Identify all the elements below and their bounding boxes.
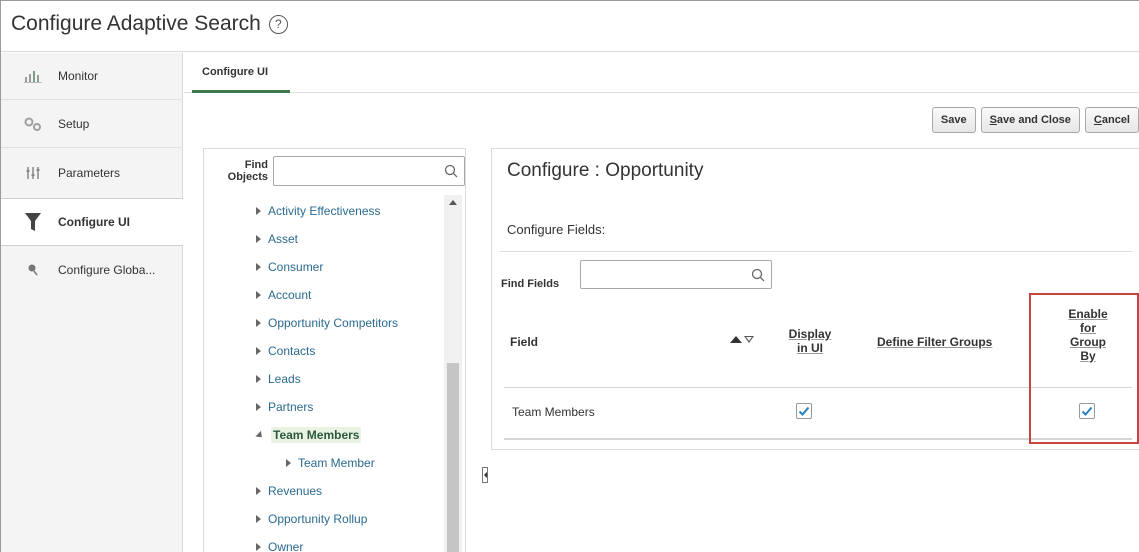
save-button[interactable]: Save xyxy=(931,107,976,133)
expand-arrow-icon[interactable] xyxy=(256,543,261,551)
expand-arrow-icon[interactable] xyxy=(256,375,261,383)
collapse-left-icon xyxy=(484,472,487,478)
tree-item[interactable]: Consumer xyxy=(256,257,323,277)
sliders-icon xyxy=(23,165,43,181)
tree-item[interactable]: Activity Effectiveness xyxy=(256,201,381,221)
expand-arrow-icon[interactable] xyxy=(256,263,261,271)
configure-fields-label: Configure Fields: xyxy=(507,222,606,237)
tree-item[interactable]: Owner xyxy=(256,537,303,552)
tree-item-label: Team Members xyxy=(271,427,362,443)
gears-icon xyxy=(23,116,43,132)
nav-label-configure-ui: Configure UI xyxy=(58,215,130,229)
object-tree: Activity Effectiveness Asset Consumer Ac… xyxy=(204,195,444,552)
nav-item-monitor[interactable]: Monitor xyxy=(1,53,183,100)
search-icon[interactable] xyxy=(751,268,765,282)
configure-title: Configure : Opportunity xyxy=(507,160,704,181)
collapse-arrow-icon[interactable] xyxy=(255,430,265,440)
nav-label-parameters: Parameters xyxy=(58,165,121,180)
tree-item[interactable]: Account xyxy=(256,285,311,305)
find-fields-input[interactable] xyxy=(580,260,772,289)
funnel-icon xyxy=(23,213,43,231)
column-header-line: Display xyxy=(788,327,832,341)
find-objects-input[interactable] xyxy=(273,156,465,186)
bar-chart-icon xyxy=(23,68,43,84)
tree-item[interactable]: Asset xyxy=(256,229,298,249)
sort-descending-icon[interactable] xyxy=(744,335,754,343)
tree-item-label: Leads xyxy=(268,372,301,386)
find-fields-label: Find Fields xyxy=(501,278,560,290)
expand-arrow-icon[interactable] xyxy=(256,235,261,243)
nav-label-monitor: Monitor xyxy=(58,69,99,83)
save-and-close-label: ave and Close xyxy=(996,114,1071,126)
title-bar: Configure Adaptive Search? xyxy=(1,1,1139,52)
expand-arrow-icon[interactable] xyxy=(256,403,261,411)
search-icon[interactable] xyxy=(444,164,458,178)
tree-item[interactable]: Opportunity Competitors xyxy=(256,313,398,333)
expand-arrow-icon[interactable] xyxy=(256,515,261,523)
tree-item[interactable]: Revenues xyxy=(256,481,322,501)
panel-splitter[interactable] xyxy=(482,467,488,483)
tab-configure-ui[interactable]: Configure UI xyxy=(192,53,290,93)
tree-item-label: Account xyxy=(268,288,312,302)
tree-item-label: Opportunity Competitors xyxy=(268,316,399,330)
tree-item-label: Asset xyxy=(268,232,299,246)
checkmark-icon xyxy=(798,406,810,416)
tree-scrollbar[interactable] xyxy=(444,195,462,552)
tab-bar: Configure UI xyxy=(184,53,1139,93)
expand-arrow-icon[interactable] xyxy=(286,459,291,467)
nav-item-configure-global[interactable]: Configure Globa... xyxy=(1,246,183,293)
table-cell-field: Team Members xyxy=(512,405,595,419)
column-header-define-filter-groups[interactable]: Define Filter Groups xyxy=(877,335,992,349)
divider xyxy=(500,251,1132,252)
page-title-text: Configure Adaptive Search xyxy=(11,12,261,35)
expand-arrow-icon[interactable] xyxy=(256,347,261,355)
objects-panel: Find Objects Activity Effectiveness Asse… xyxy=(203,148,466,552)
tree-item-label: Partners xyxy=(268,400,314,414)
tree-item-label: Opportunity Rollup xyxy=(268,512,368,526)
display-in-ui-checkbox[interactable] xyxy=(796,403,812,419)
help-icon[interactable]: ? xyxy=(268,15,288,34)
nav-item-setup[interactable]: Setup xyxy=(1,101,183,148)
tree-item-selected[interactable]: Team Members xyxy=(255,425,362,445)
scroll-up-arrow-icon[interactable] xyxy=(449,200,457,205)
tree-item-label: Contacts xyxy=(268,344,316,358)
scroll-thumb[interactable] xyxy=(447,363,459,552)
cancel-mnemonic: C xyxy=(1093,114,1102,126)
pin-icon xyxy=(23,262,43,278)
tree-item[interactable]: Leads xyxy=(256,369,301,389)
nav-item-configure-ui[interactable]: Configure UI xyxy=(1,198,183,246)
tree-item[interactable]: Contacts xyxy=(256,341,315,361)
tree-item[interactable]: Partners xyxy=(256,397,313,417)
save-and-close-mnemonic: S xyxy=(989,114,997,126)
tree-item[interactable]: Opportunity Rollup xyxy=(256,509,367,529)
tree-item-label: Team Member xyxy=(298,456,375,470)
page-title: Configure Adaptive Search? xyxy=(11,12,288,36)
tree-item[interactable]: Team Member xyxy=(286,453,375,473)
nav-label-configure-global: Configure Globa... xyxy=(58,262,156,277)
expand-arrow-icon[interactable] xyxy=(256,207,261,215)
cancel-label: ancel xyxy=(1101,114,1130,126)
column-header-field: Field xyxy=(510,335,539,349)
column-header-line: in UI xyxy=(797,341,823,355)
cancel-button[interactable]: Cancel xyxy=(1084,107,1139,133)
toolbar: Save Save and Close Cancel xyxy=(931,107,1139,135)
sort-controls xyxy=(730,335,754,343)
highlight-box xyxy=(1029,293,1139,444)
find-objects-label: Find Objects xyxy=(227,159,268,183)
expand-arrow-icon[interactable] xyxy=(256,291,261,299)
tree-item-label: Revenues xyxy=(268,484,323,498)
tree-item-label: Owner xyxy=(268,540,304,552)
tree-item-label: Activity Effectiveness xyxy=(268,204,381,218)
expand-arrow-icon[interactable] xyxy=(256,487,261,495)
expand-arrow-icon[interactable] xyxy=(256,319,261,327)
save-and-close-button[interactable]: Save and Close xyxy=(980,107,1080,133)
tree-item-label: Consumer xyxy=(268,260,324,274)
left-nav: Monitor Setup Parameters Configure UI Co… xyxy=(1,53,183,552)
sort-ascending-icon[interactable] xyxy=(730,336,742,343)
column-header-display-in-ui[interactable]: Display in UI xyxy=(784,327,836,355)
nav-label-setup: Setup xyxy=(58,117,90,131)
nav-item-parameters[interactable]: Parameters xyxy=(1,149,183,196)
